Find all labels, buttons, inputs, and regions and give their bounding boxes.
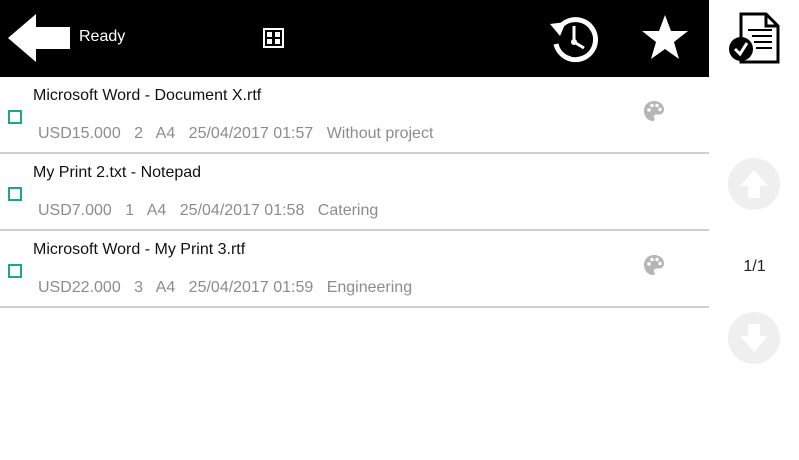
back-button[interactable] xyxy=(6,12,72,64)
job-details: USD15.000 2 A4 25/04/2017 01:57 Without … xyxy=(38,125,442,143)
print-job-row[interactable]: Microsoft Word - Document X.rtf USD15.00… xyxy=(0,77,709,154)
scroll-down-button[interactable] xyxy=(728,312,780,364)
job-paper: A4 xyxy=(146,202,167,219)
job-name: Microsoft Word - Document X.rtf xyxy=(33,87,262,104)
print-job-list: Microsoft Word - Document X.rtf USD15.00… xyxy=(0,77,709,308)
color-palette-icon xyxy=(644,255,664,275)
job-copies: 2 xyxy=(134,125,144,142)
scroll-up-button[interactable] xyxy=(728,158,780,210)
job-checkbox[interactable] xyxy=(8,110,22,124)
job-copies: 3 xyxy=(134,279,144,296)
star-icon xyxy=(642,15,688,59)
color-palette-icon xyxy=(644,101,664,121)
job-paper: A4 xyxy=(155,125,176,142)
print-jobs-button[interactable] xyxy=(728,12,780,66)
job-project: Engineering xyxy=(326,279,413,296)
print-job-row[interactable]: Microsoft Word - My Print 3.rtf USD22.00… xyxy=(0,231,709,308)
grid-view-button[interactable] xyxy=(263,28,284,48)
arrow-up-icon xyxy=(740,170,768,198)
job-datetime: 25/04/2017 01:59 xyxy=(188,279,314,296)
top-toolbar: Ready xyxy=(0,0,709,77)
print-job-row[interactable]: My Print 2.txt - Notepad USD7.000 1 A4 2… xyxy=(0,154,709,231)
job-price: USD15.000 xyxy=(38,125,121,142)
page-indicator: 1/1 xyxy=(743,258,766,275)
back-arrow-icon xyxy=(8,14,70,62)
job-datetime: 25/04/2017 01:57 xyxy=(188,125,314,142)
job-details: USD7.000 1 A4 25/04/2017 01:58 Catering xyxy=(38,202,387,220)
job-price: USD7.000 xyxy=(38,202,112,219)
history-button[interactable] xyxy=(548,14,600,64)
job-project: Without project xyxy=(326,125,434,142)
job-copies: 1 xyxy=(125,202,135,219)
pagination-panel: 1/1 xyxy=(709,77,799,460)
job-name: My Print 2.txt - Notepad xyxy=(33,164,202,181)
history-icon xyxy=(550,17,598,63)
job-details: USD22.000 3 A4 25/04/2017 01:59 Engineer… xyxy=(38,279,421,297)
job-checkbox[interactable] xyxy=(8,187,22,201)
job-name: Microsoft Word - My Print 3.rtf xyxy=(33,241,246,258)
print-jobs-icon xyxy=(729,12,780,64)
job-price: USD22.000 xyxy=(38,279,121,296)
favorites-button[interactable] xyxy=(639,13,691,63)
job-datetime: 25/04/2017 01:58 xyxy=(179,202,305,219)
grid-view-icon xyxy=(263,28,284,48)
arrow-down-icon xyxy=(740,324,768,352)
job-paper: A4 xyxy=(155,279,176,296)
job-project: Catering xyxy=(317,202,379,219)
status-label: Ready xyxy=(79,28,126,45)
job-checkbox[interactable] xyxy=(8,264,22,278)
